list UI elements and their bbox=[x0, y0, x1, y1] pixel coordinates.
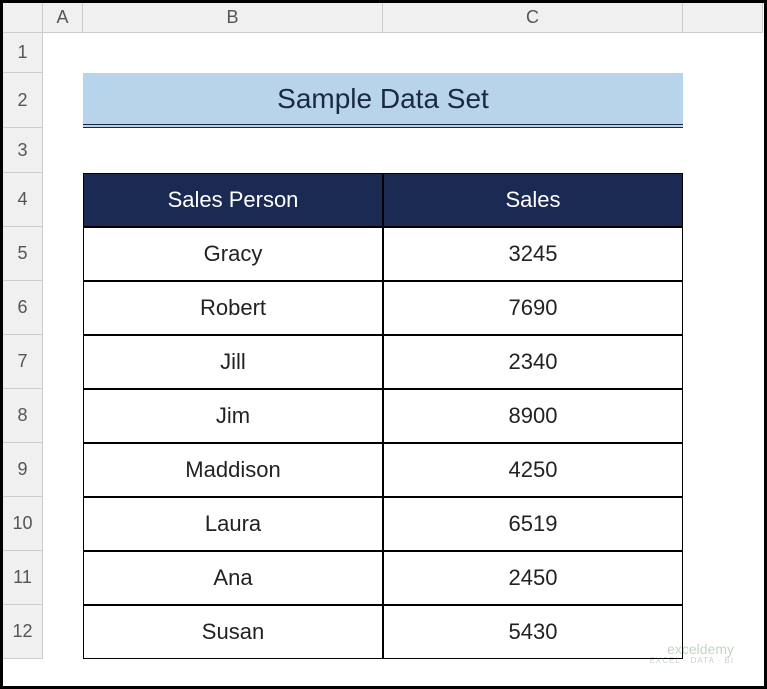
cell-d11[interactable] bbox=[683, 551, 763, 605]
cell-a12[interactable] bbox=[43, 605, 83, 659]
table-header-person[interactable]: Sales Person bbox=[83, 173, 383, 227]
col-header-b[interactable]: B bbox=[83, 3, 383, 33]
cell-a8[interactable] bbox=[43, 389, 83, 443]
watermark-sub: EXCEL · DATA · BI bbox=[650, 657, 734, 666]
table-row[interactable]: 8900 bbox=[383, 389, 683, 443]
cell-row3[interactable] bbox=[43, 128, 763, 173]
row-header-5[interactable]: 5 bbox=[3, 227, 43, 281]
cell-a5[interactable] bbox=[43, 227, 83, 281]
table-header-sales[interactable]: Sales bbox=[383, 173, 683, 227]
cell-d9[interactable] bbox=[683, 443, 763, 497]
corner-cell[interactable] bbox=[3, 3, 43, 33]
table-row[interactable]: Robert bbox=[83, 281, 383, 335]
row-header-6[interactable]: 6 bbox=[3, 281, 43, 335]
table-row[interactable]: 2450 bbox=[383, 551, 683, 605]
table-row[interactable]: 3245 bbox=[383, 227, 683, 281]
table-row[interactable]: Jill bbox=[83, 335, 383, 389]
cell-a2[interactable] bbox=[43, 73, 83, 128]
row-header-10[interactable]: 10 bbox=[3, 497, 43, 551]
cell-a4[interactable] bbox=[43, 173, 83, 227]
table-row[interactable]: Maddison bbox=[83, 443, 383, 497]
table-row[interactable]: 2340 bbox=[383, 335, 683, 389]
cell-a10[interactable] bbox=[43, 497, 83, 551]
cell-d4[interactable] bbox=[683, 173, 763, 227]
table-row[interactable]: 6519 bbox=[383, 497, 683, 551]
row-header-4[interactable]: 4 bbox=[3, 173, 43, 227]
row-header-11[interactable]: 11 bbox=[3, 551, 43, 605]
table-row[interactable]: Gracy bbox=[83, 227, 383, 281]
col-header-a[interactable]: A bbox=[43, 3, 83, 33]
cell-a6[interactable] bbox=[43, 281, 83, 335]
cell-a7[interactable] bbox=[43, 335, 83, 389]
col-header-d[interactable] bbox=[683, 3, 763, 33]
spreadsheet-grid: A B C 1 2 Sample Data Set 3 4 Sales Pers… bbox=[3, 3, 764, 686]
row-header-12[interactable]: 12 bbox=[3, 605, 43, 659]
row-header-9[interactable]: 9 bbox=[3, 443, 43, 497]
table-row[interactable]: Ana bbox=[83, 551, 383, 605]
cell-a9[interactable] bbox=[43, 443, 83, 497]
cell-row1[interactable] bbox=[43, 33, 763, 73]
row-header-1[interactable]: 1 bbox=[3, 33, 43, 73]
cell-a11[interactable] bbox=[43, 551, 83, 605]
table-row[interactable]: Susan bbox=[83, 605, 383, 659]
cell-d5[interactable] bbox=[683, 227, 763, 281]
table-row[interactable]: Laura bbox=[83, 497, 383, 551]
row-header-8[interactable]: 8 bbox=[3, 389, 43, 443]
table-row[interactable]: Jim bbox=[83, 389, 383, 443]
table-row[interactable]: 7690 bbox=[383, 281, 683, 335]
cell-d8[interactable] bbox=[683, 389, 763, 443]
cell-d7[interactable] bbox=[683, 335, 763, 389]
table-row[interactable]: 5430 bbox=[383, 605, 683, 659]
cell-d2[interactable] bbox=[683, 73, 763, 128]
watermark-main: exceldemy bbox=[650, 642, 734, 657]
col-header-c[interactable]: C bbox=[383, 3, 683, 33]
title-cell[interactable]: Sample Data Set bbox=[83, 73, 683, 128]
row-header-2[interactable]: 2 bbox=[3, 73, 43, 128]
watermark: exceldemy EXCEL · DATA · BI bbox=[650, 642, 734, 666]
cell-d10[interactable] bbox=[683, 497, 763, 551]
row-header-7[interactable]: 7 bbox=[3, 335, 43, 389]
cell-d6[interactable] bbox=[683, 281, 763, 335]
table-row[interactable]: 4250 bbox=[383, 443, 683, 497]
row-header-3[interactable]: 3 bbox=[3, 128, 43, 173]
